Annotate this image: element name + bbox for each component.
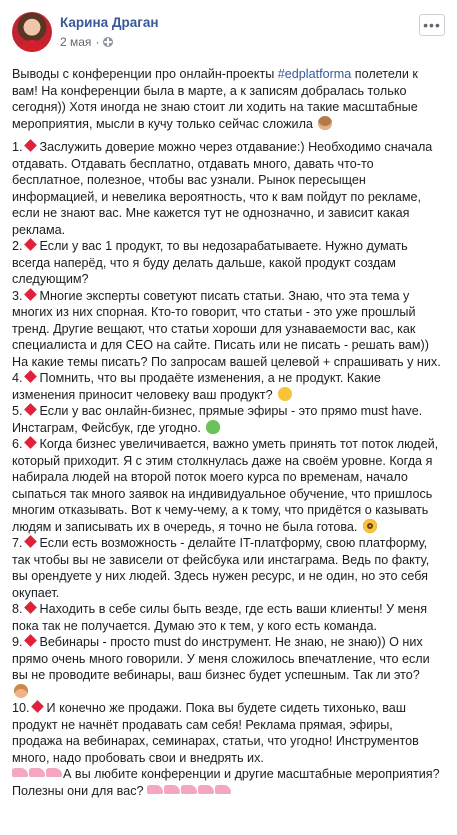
- intro-text: Выводы с конференции про онлайн-проекты: [12, 67, 278, 81]
- diamond-icon: [23, 403, 37, 416]
- item-number: 5.: [12, 404, 23, 418]
- item-number: 6.: [12, 437, 23, 451]
- thinking-emoji-icon: [278, 386, 293, 401]
- shocked-emoji-icon: [362, 518, 377, 533]
- shoe-emoji-icon: [181, 784, 197, 794]
- item-text: Заслужить доверие можно через отдавание:…: [12, 140, 433, 237]
- diamond-icon: [23, 436, 37, 449]
- shoe-emoji-icon: [12, 768, 28, 777]
- shoe-emoji-icon: [29, 768, 45, 777]
- list-item: 7. Если есть возможность - делайте IT-пла…: [12, 535, 445, 601]
- intro-paragraph: Выводы с конференции про онлайн-проекты …: [12, 66, 445, 132]
- author-name[interactable]: Карина Драган: [60, 14, 419, 31]
- item-number: 1.: [12, 140, 23, 154]
- facebook-post: Карина Драган 2 мая · ••• Выводы с конфе…: [0, 0, 457, 835]
- item-text: Если у вас 1 продукт, то вы недозарабаты…: [12, 239, 408, 286]
- post-subline: 2 мая ·: [60, 34, 419, 50]
- shoe-emoji-icon: [198, 784, 214, 794]
- diamond-icon: [23, 287, 37, 301]
- shoe-emoji-icon: [46, 768, 62, 777]
- green-heart-emoji-icon: [206, 419, 221, 434]
- list-item: 1. Заслужить доверие можно через отдавани…: [12, 139, 445, 238]
- post-date[interactable]: 2 мая: [60, 34, 91, 50]
- item-number: 3.: [12, 288, 23, 303]
- diamond-icon: [23, 601, 37, 614]
- monkey-emoji-icon: [318, 115, 333, 130]
- item-text: И конечно же продажи. Пока вы будете сид…: [12, 701, 419, 765]
- diamond-icon: [23, 634, 37, 647]
- shoe-emoji-icon: [215, 784, 231, 794]
- post-body: Выводы с конференции про онлайн-проекты …: [12, 66, 445, 799]
- item-text: Вебинары - просто must do инструмент. Не…: [12, 635, 430, 682]
- list-item: 6. Когда бизнес увеличивается, важно умет…: [12, 436, 445, 535]
- post-header: Карина Драган 2 мая · •••: [12, 12, 445, 56]
- avatar[interactable]: [12, 12, 52, 52]
- globe-icon[interactable]: [103, 37, 114, 47]
- outro-paragraph: А вы любите конференции и другие масштаб…: [12, 766, 445, 799]
- item-text: Если есть возможность - делайте IT-платф…: [12, 536, 430, 600]
- post-meta: Карина Драган 2 мая ·: [60, 12, 419, 50]
- hashtag-link[interactable]: #edplatforma: [278, 67, 352, 81]
- item-text: Когда бизнес увеличивается, важно уметь …: [12, 437, 439, 534]
- item-text: Помнить, что вы продаёте изменения, а не…: [12, 371, 381, 402]
- list-item: 10. И конечно же продажи. Пока вы будете …: [12, 700, 445, 766]
- list-item: 4. Помнить, что вы продаёте изменения, а …: [12, 370, 445, 403]
- diamond-icon: [30, 700, 44, 713]
- item-number: 7.: [12, 536, 23, 550]
- list-item: 9. Вебинары - просто must do инструмент. …: [12, 634, 445, 700]
- item-text: Многие эксперты советуют писать статьи. …: [12, 288, 441, 369]
- item-text: Находить в себе силы быть везде, где ест…: [12, 602, 428, 633]
- item-number: 8.: [12, 602, 23, 616]
- item-number: 10.: [12, 701, 30, 715]
- item-number: 2.: [12, 239, 23, 253]
- item-number: 4.: [12, 371, 23, 385]
- more-options-button[interactable]: •••: [419, 14, 445, 36]
- list-item: 8. Находить в себе силы быть везде, где е…: [12, 601, 445, 634]
- diamond-icon: [23, 139, 37, 152]
- list-item: 2. Если у вас 1 продукт, то вы недозараба…: [12, 238, 445, 288]
- list-item: 3. Многие эксперты советуют писать статьи…: [12, 287, 445, 371]
- diamond-icon: [23, 238, 37, 251]
- woman-emoji-icon: [14, 683, 28, 698]
- separator: ·: [95, 35, 100, 49]
- diamond-icon: [23, 370, 37, 383]
- more-icon: •••: [423, 17, 441, 33]
- shoe-emoji-icon: [164, 784, 180, 794]
- item-number: 9.: [12, 635, 23, 649]
- list-item: 5. Если у вас онлайн-бизнес, прямые эфиры…: [12, 403, 445, 436]
- diamond-icon: [23, 535, 37, 548]
- shoe-emoji-icon: [147, 784, 163, 794]
